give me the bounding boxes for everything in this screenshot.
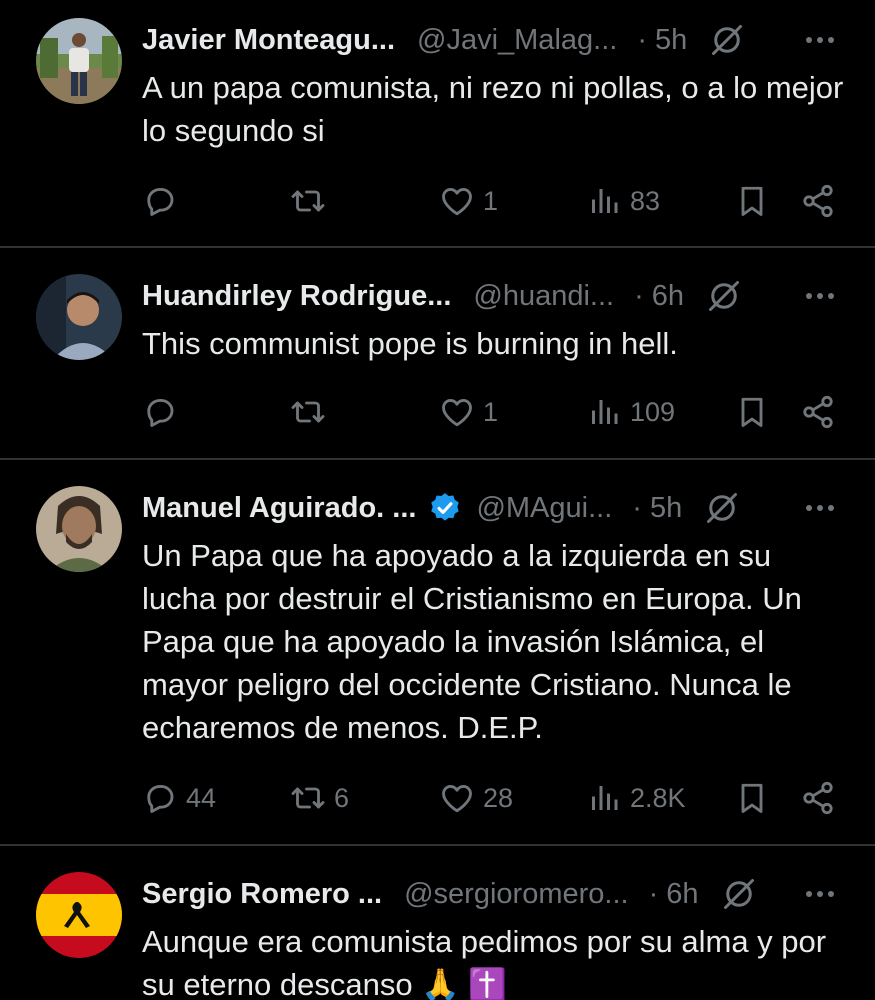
view-count: 2.8K — [630, 782, 686, 813]
reply-button[interactable]: 44 — [142, 778, 216, 818]
views-icon — [586, 780, 622, 816]
retweet-icon — [290, 183, 326, 219]
author-name[interactable]: Javier Monteagu... — [142, 24, 395, 57]
bookmark-button[interactable] — [734, 778, 770, 818]
retweet-icon — [290, 394, 326, 430]
timestamp[interactable]: 6h — [666, 878, 698, 911]
share-button[interactable] — [800, 778, 836, 818]
retweet-button[interactable]: 6 — [290, 778, 349, 818]
author-handle[interactable]: @Javi_Malag... — [417, 24, 617, 57]
like-count: 1 — [483, 396, 499, 427]
avatar[interactable] — [36, 486, 122, 572]
separator-dot: · — [634, 279, 644, 312]
like-count: 28 — [483, 782, 514, 813]
heart-icon — [439, 780, 475, 816]
separator-dot: · — [648, 877, 659, 910]
separator-dot: · — [637, 23, 647, 56]
like-button[interactable]: 1 — [439, 181, 498, 221]
author-handle[interactable]: @MAgui... — [476, 492, 612, 525]
avatar[interactable] — [36, 18, 122, 104]
share-icon — [800, 183, 836, 219]
share-icon — [800, 780, 836, 816]
timestamp[interactable]: 6h — [652, 280, 684, 313]
author-name[interactable]: Sergio Romero ... — [142, 878, 382, 911]
retweet-button[interactable] — [290, 392, 334, 432]
action-bar: 1 109 — [0, 392, 875, 432]
views-icon — [586, 394, 622, 430]
like-button[interactable]: 1 — [439, 392, 498, 432]
bookmark-button[interactable] — [734, 392, 770, 432]
bookmark-button[interactable] — [734, 181, 770, 221]
bookmark-icon — [734, 780, 770, 816]
author-handle[interactable]: @huandi... — [473, 280, 614, 313]
tweet[interactable]: Javier Monteagu... @Javi_Malag... · 5h A… — [0, 0, 875, 246]
bookmark-icon — [734, 183, 770, 219]
retweet-button[interactable] — [290, 181, 334, 221]
retweet-icon — [290, 780, 326, 816]
reply-icon — [142, 183, 178, 219]
timestamp[interactable]: 5h — [655, 24, 687, 57]
grok-icon[interactable] — [706, 278, 742, 314]
avatar[interactable] — [36, 872, 122, 958]
like-count: 1 — [483, 185, 499, 216]
tweet[interactable]: Sergio Romero ... @sergioromero... · 6h … — [0, 846, 875, 1000]
tweet-text: Un Papa que ha apoyado a la izquierda en… — [142, 538, 802, 745]
views-button[interactable]: 2.8K — [586, 778, 686, 818]
more-options-icon[interactable] — [803, 880, 837, 908]
tweet-text: Aunque era comunista pedimos por su alma… — [142, 924, 827, 1000]
like-button[interactable]: 28 — [439, 778, 513, 818]
bookmark-icon — [734, 394, 770, 430]
views-button[interactable]: 109 — [586, 392, 675, 432]
tweet-header: Sergio Romero ... @sergioromero... · 6h — [142, 874, 845, 914]
author-name[interactable]: Manuel Aguirado. ... — [142, 492, 416, 525]
share-icon — [800, 394, 836, 430]
share-button[interactable] — [800, 181, 836, 221]
view-count: 109 — [630, 396, 676, 427]
reply-icon — [142, 394, 178, 430]
tweet-text: A un papa comunista, ni rezo ni pollas, … — [142, 70, 844, 148]
tweet-header: Huandirley Rodrigue... @huandi... · 6h — [142, 276, 845, 316]
reply-count: 44 — [186, 782, 217, 813]
views-icon — [586, 183, 622, 219]
heart-icon — [439, 394, 475, 430]
heart-icon — [439, 183, 475, 219]
more-options-icon[interactable] — [803, 26, 837, 54]
view-count: 83 — [630, 185, 661, 216]
avatar[interactable] — [36, 274, 122, 360]
action-bar: 44 6 28 2.8K — [0, 778, 875, 818]
tweet-header: Javier Monteagu... @Javi_Malag... · 5h — [142, 20, 845, 60]
separator-dot: · — [632, 491, 642, 524]
tweet[interactable]: Huandirley Rodrigue... @huandi... · 6h T… — [0, 248, 875, 458]
more-options-icon[interactable] — [803, 494, 837, 522]
share-button[interactable] — [800, 392, 836, 432]
timestamp[interactable]: 5h — [650, 492, 682, 525]
tweet-header: Manuel Aguirado. ... @MAgui... · 5h — [142, 488, 845, 528]
views-button[interactable]: 83 — [586, 181, 660, 221]
grok-icon[interactable] — [709, 22, 745, 58]
author-handle[interactable]: @sergioromero... — [404, 878, 628, 911]
author-name[interactable]: Huandirley Rodrigue... — [142, 280, 451, 313]
grok-icon[interactable] — [704, 490, 740, 526]
reply-button[interactable] — [142, 181, 186, 221]
verified-badge-icon[interactable] — [428, 491, 462, 525]
tweet-feed: Javier Monteagu... @Javi_Malag... · 5h A… — [0, 0, 875, 1000]
action-bar: 1 83 — [0, 181, 875, 221]
reply-button[interactable] — [142, 392, 186, 432]
more-options-icon[interactable] — [803, 282, 837, 310]
reply-icon — [142, 780, 178, 816]
retweet-count: 6 — [334, 782, 350, 813]
tweet[interactable]: Manuel Aguirado. ... @MAgui... · 5h Un P… — [0, 460, 875, 844]
grok-icon[interactable] — [721, 876, 757, 912]
tweet-text: This communist pope is burning in hell. — [142, 326, 678, 361]
